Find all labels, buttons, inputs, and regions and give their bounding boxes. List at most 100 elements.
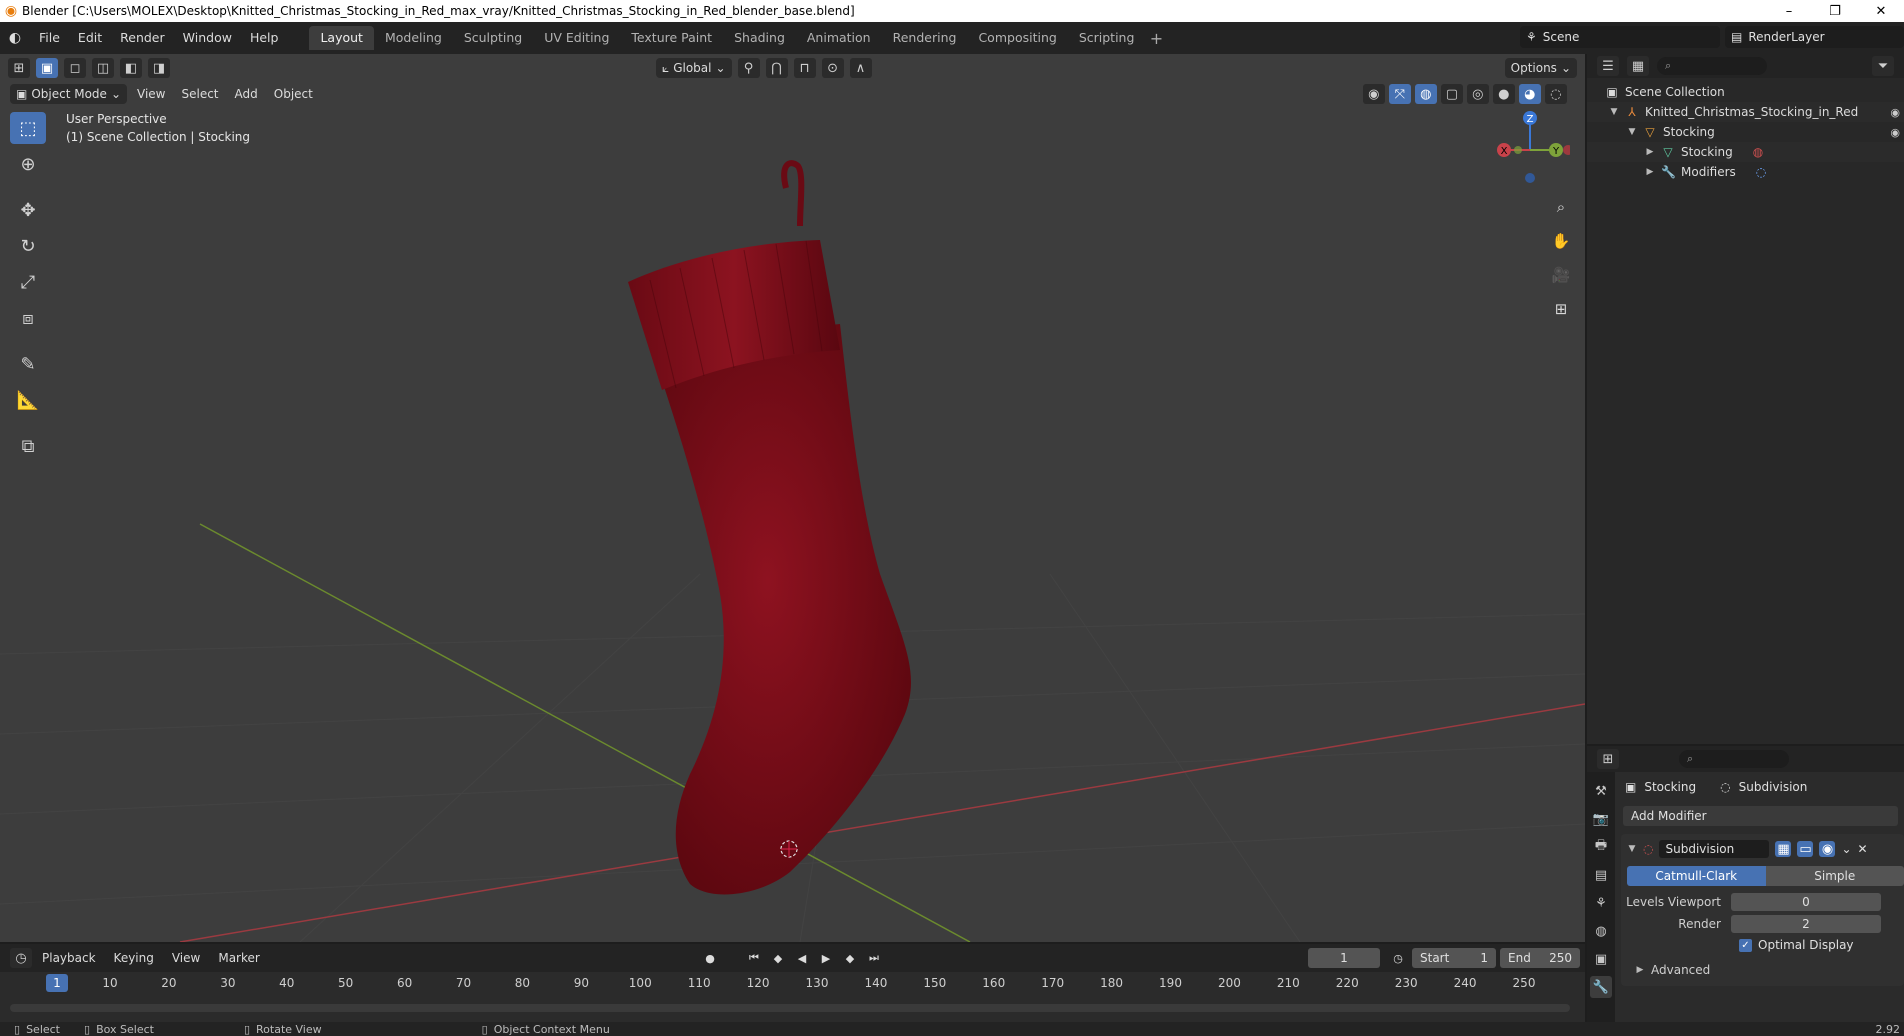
object-tab-icon[interactable]: ▣	[1590, 948, 1612, 970]
prev-keyframe-icon[interactable]: ◆	[768, 948, 788, 968]
collapse-triangle-icon[interactable]: ▶	[1645, 167, 1655, 177]
transform-tool-icon[interactable]: ⧈	[10, 302, 46, 334]
menu-render[interactable]: Render	[111, 27, 174, 49]
tab-scripting[interactable]: Scripting	[1068, 26, 1146, 50]
collapse-triangle-icon[interactable]: ▶	[1645, 147, 1655, 157]
levels-viewport-field[interactable]: 0	[1731, 893, 1881, 911]
maximize-button[interactable]: ❐	[1812, 0, 1858, 22]
tab-animation[interactable]: Animation	[796, 26, 882, 50]
timeline-scrollbar[interactable]	[10, 1004, 1570, 1012]
move-tool-icon[interactable]: ✥	[10, 194, 46, 226]
gizmo-toggle-icon[interactable]: ⤧	[1388, 84, 1411, 104]
start-frame-field[interactable]: Start 1	[1412, 948, 1496, 968]
overlay-toggle-icon[interactable]: ◍	[1414, 84, 1437, 104]
filter-icon[interactable]: ⏷	[1872, 56, 1894, 76]
options-dropdown[interactable]: Options ⌄	[1504, 58, 1577, 78]
view-layer-tab-icon[interactable]: ▤	[1590, 864, 1612, 886]
scene-selector[interactable]: ⚘ Scene	[1520, 26, 1720, 48]
display-mode-icon[interactable]: ▦	[1627, 56, 1649, 76]
select-subtract-icon[interactable]: ◧	[120, 58, 142, 78]
optimal-display-row[interactable]: ✓ Optimal Display	[1739, 934, 1904, 956]
view-menu[interactable]: View	[131, 84, 171, 104]
add-cube-tool-icon[interactable]: ⧉	[10, 430, 46, 462]
select-menu[interactable]: Select	[175, 84, 224, 104]
minimize-button[interactable]: –	[1766, 0, 1812, 22]
proportional-edit-icon[interactable]: ⊙	[821, 58, 844, 78]
playback-menu[interactable]: Playback	[34, 951, 104, 965]
add-modifier-button[interactable]: Add Modifier	[1623, 806, 1898, 826]
tab-uv-editing[interactable]: UV Editing	[533, 26, 620, 50]
visibility-eye-icon[interactable]: ◉	[1890, 106, 1900, 119]
pan-hand-icon[interactable]: ✋	[1548, 228, 1574, 254]
cursor-tool-icon[interactable]: ⊕	[10, 148, 46, 180]
3d-viewport[interactable]: ⊞ ▣ ◻ ◫ ◧ ◨ ⟀ Global ⌄ ⚲ ⋂ ⊓ ⊙ ∧ Options…	[0, 54, 1585, 942]
render-toggle-icon[interactable]: ◉	[1819, 841, 1836, 857]
snap-target-icon[interactable]: ⊓	[793, 58, 816, 78]
pivot-point-icon[interactable]: ⚲	[737, 58, 760, 78]
mode-dropdown[interactable]: ▣ Object Mode ⌄	[10, 84, 127, 104]
render-layer-selector[interactable]: ▤ RenderLayer	[1725, 26, 1904, 48]
outliner-search-input[interactable]: ⌕	[1657, 57, 1767, 75]
rendered-shading-icon[interactable]: ◌	[1544, 84, 1567, 104]
expand-triangle-icon[interactable]: ▼	[1627, 127, 1637, 137]
marker-menu[interactable]: Marker	[210, 951, 267, 965]
transform-orientation-dropdown[interactable]: ⟀ Global ⌄	[656, 58, 732, 78]
close-button[interactable]: ✕	[1858, 0, 1904, 22]
jump-end-icon[interactable]: ⏭	[864, 948, 884, 968]
add-workspace-button[interactable]: +	[1145, 29, 1167, 48]
scale-tool-icon[interactable]: ⤢	[10, 266, 46, 298]
timeline-view-menu[interactable]: View	[164, 951, 208, 965]
menu-help[interactable]: Help	[241, 27, 288, 49]
expand-triangle-icon[interactable]: ▼	[1609, 107, 1619, 117]
next-keyframe-icon[interactable]: ◆	[840, 948, 860, 968]
current-frame-field[interactable]: 1	[1308, 948, 1380, 968]
select-extend-icon[interactable]: ◫	[92, 58, 114, 78]
tab-compositing[interactable]: Compositing	[967, 26, 1067, 50]
tab-sculpting[interactable]: Sculpting	[453, 26, 533, 50]
remove-modifier-icon[interactable]: ✕	[1858, 842, 1868, 856]
material-shading-icon[interactable]: ◕	[1518, 84, 1541, 104]
play-reverse-icon[interactable]: ◀	[792, 948, 812, 968]
output-tab-icon[interactable]: 🖶	[1590, 836, 1612, 858]
zoom-icon[interactable]: ⌕	[1548, 194, 1574, 220]
outliner-row-stocking-object[interactable]: ▼ ▽ Stocking ◉	[1587, 122, 1904, 142]
timeline-editor-icon[interactable]: ◷	[10, 948, 32, 968]
outliner-row-scene-collection[interactable]: ▣ Scene Collection	[1587, 82, 1904, 102]
navigation-gizmo[interactable]: Z Y X	[1490, 104, 1570, 184]
advanced-subpanel[interactable]: ▶ Advanced	[1621, 960, 1904, 980]
stopwatch-icon[interactable]: ◷	[1388, 948, 1408, 968]
menu-file[interactable]: File	[30, 27, 69, 49]
snap-icon[interactable]: ⋂	[765, 58, 788, 78]
tab-texture-paint[interactable]: Texture Paint	[620, 26, 723, 50]
scene-tab-icon[interactable]: ⚘	[1590, 892, 1612, 914]
chevron-down-icon[interactable]: ⌄	[1841, 842, 1851, 856]
tab-rendering[interactable]: Rendering	[882, 26, 968, 50]
keying-menu[interactable]: Keying	[106, 951, 162, 965]
collapse-triangle-icon[interactable]: ▼	[1627, 844, 1637, 854]
world-tab-icon[interactable]: ◍	[1590, 920, 1612, 942]
tab-layout[interactable]: Layout	[309, 26, 374, 50]
falloff-icon[interactable]: ∧	[849, 58, 872, 78]
menu-edit[interactable]: Edit	[69, 27, 111, 49]
outliner-editor-icon[interactable]: ☰	[1597, 56, 1619, 76]
record-icon[interactable]: ●	[700, 948, 720, 968]
outliner-row-modifiers[interactable]: ▶ 🔧 Modifiers ◌	[1587, 162, 1904, 182]
wireframe-shading-icon[interactable]: ◎	[1466, 84, 1489, 104]
optimal-display-checkbox[interactable]: ✓	[1739, 938, 1752, 952]
play-icon[interactable]: ▶	[816, 948, 836, 968]
tool-tab-icon[interactable]: ⚒	[1590, 780, 1612, 802]
object-menu[interactable]: Object	[268, 84, 319, 104]
annotate-tool-icon[interactable]: ✎	[10, 348, 46, 380]
catmull-clark-button[interactable]: Catmull-Clark	[1627, 866, 1766, 886]
xray-icon[interactable]: ▢	[1440, 84, 1463, 104]
tab-modeling[interactable]: Modeling	[374, 26, 453, 50]
camera-view-icon[interactable]: 🎥	[1548, 262, 1574, 288]
current-frame-indicator[interactable]: 1	[46, 974, 68, 992]
select-mode-icon[interactable]: ▣	[36, 58, 58, 78]
tab-shading[interactable]: Shading	[723, 26, 796, 50]
render-tab-icon[interactable]: 📷	[1590, 808, 1612, 830]
ortho-toggle-icon[interactable]: ⊞	[1548, 296, 1574, 322]
rotate-tool-icon[interactable]: ↻	[10, 230, 46, 262]
blender-menu-icon[interactable]: ◐	[0, 30, 30, 46]
material-icon[interactable]: ◍	[1753, 145, 1763, 159]
